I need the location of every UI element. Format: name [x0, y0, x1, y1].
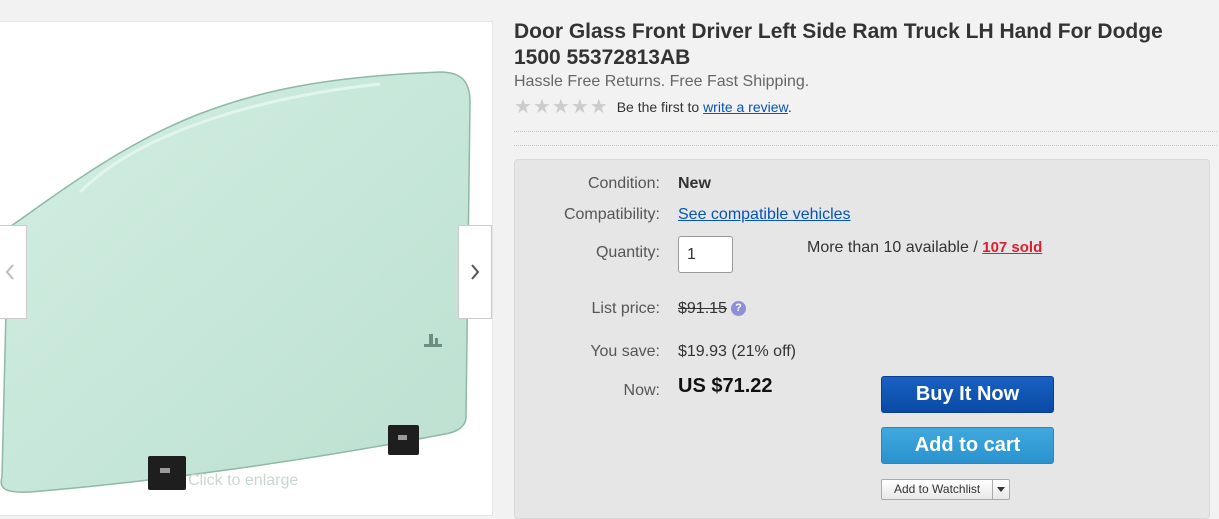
star-icon: ★ — [551, 96, 570, 118]
now-label: Now: — [623, 382, 660, 399]
compatibility-label: Compatibility: — [563, 206, 660, 223]
item-title: Door Glass Front Driver Left Side Ram Tr… — [514, 20, 1163, 69]
help-icon[interactable]: ? — [730, 301, 746, 316]
divider — [514, 145, 1217, 146]
chevron-left-icon — [5, 264, 14, 280]
quantity-label: Quantity: — [595, 244, 660, 261]
prev-image-button[interactable] — [0, 225, 27, 319]
mount-bracket-right — [388, 425, 419, 455]
condition-value: New — [678, 175, 711, 192]
condition-label: Condition: — [587, 175, 660, 192]
rating-row: ★ ★ ★ ★ ★ Be the first to write a review… — [514, 97, 792, 117]
star-icon: ★ — [589, 96, 608, 118]
image-panel: Click to enlarge — [0, 21, 493, 516]
add-to-cart-button[interactable]: Add to cart — [881, 427, 1054, 464]
add-to-watchlist-button[interactable]: Add to Watchlist — [882, 480, 994, 499]
item-subtitle: Hassle Free Returns. Free Fast Shipping. — [514, 73, 810, 90]
watchlist-control: Add to Watchlist — [881, 479, 1011, 500]
list-price-label: List price: — [591, 300, 660, 317]
buy-box: Condition: New Compatibility: See compat… — [514, 159, 1210, 519]
rating-prefix: Be the first to — [616, 99, 700, 115]
next-image-button[interactable] — [458, 225, 492, 319]
chevron-right-icon — [471, 264, 480, 280]
sold-count-link[interactable]: 107 sold — [982, 239, 1042, 256]
now-price: US $71.22 — [678, 375, 773, 397]
star-icon: ★ — [570, 96, 589, 118]
list-price: $91.15? — [678, 300, 746, 318]
rating-text: Be the first to write a review. — [617, 99, 792, 115]
divider — [514, 131, 1217, 132]
you-save-value: $19.93 (21% off) — [678, 343, 797, 360]
buy-it-now-button[interactable]: Buy It Now — [881, 376, 1054, 413]
quantity-input[interactable] — [678, 236, 733, 273]
compatible-vehicles-link[interactable]: See compatible vehicles — [678, 206, 851, 224]
star-icon: ★ — [514, 96, 532, 118]
available-count: More than 10 available / — [807, 239, 978, 256]
availability-text: More than 10 available / 107 sold — [807, 239, 1042, 257]
product-image[interactable] — [0, 22, 493, 517]
enlarge-hint: Click to enlarge — [188, 472, 299, 489]
write-review-link[interactable]: write a review — [703, 99, 788, 115]
list-price-value: $91.15 — [678, 300, 727, 317]
watchlist-dropdown-button[interactable] — [993, 480, 1009, 499]
mount-bracket-left — [148, 456, 186, 490]
star-icon: ★ — [532, 96, 551, 118]
rating-suffix: . — [787, 99, 792, 115]
you-save-label: You save: — [590, 343, 660, 360]
caret-down-icon — [997, 487, 1006, 492]
